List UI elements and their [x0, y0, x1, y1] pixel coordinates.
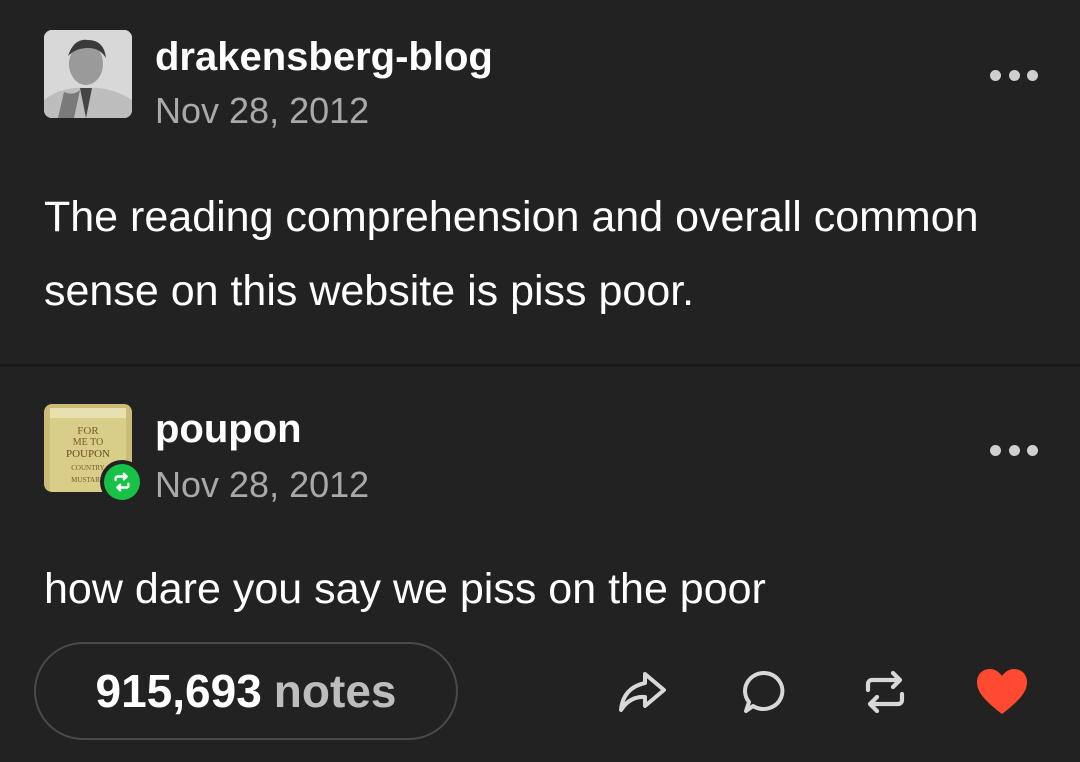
reblog-icon	[114, 472, 130, 492]
dot-icon	[1008, 444, 1020, 456]
notes-label: notes	[273, 665, 397, 717]
post-footer: 915,693 notes	[0, 640, 1080, 762]
avatar-label-line4: COUNTRY	[71, 464, 104, 472]
dot-icon	[990, 444, 1001, 456]
dot-icon	[990, 69, 1001, 81]
dot-icon	[1008, 69, 1020, 81]
reblog-icon	[865, 670, 905, 714]
post-original: drakensberg-blog Nov 28, 2012 The readin…	[0, 0, 1080, 364]
like-button[interactable]	[974, 664, 1030, 720]
username[interactable]: drakensberg-blog	[155, 35, 493, 80]
notes-count: 915,693	[95, 665, 262, 717]
reply-icon	[743, 670, 785, 713]
post-reblog: FOR ME TO POUPON COUNTRY MUSTARD poupon …	[0, 367, 1080, 637]
avatar[interactable]	[44, 30, 132, 118]
avatar-label-line1: FOR	[77, 425, 99, 437]
reply-button[interactable]	[737, 664, 793, 720]
avatar-label-line2: ME TO	[73, 437, 103, 448]
reblog-badge	[100, 460, 144, 504]
post-body: how dare you say we piss on the poor	[44, 565, 766, 613]
dot-icon	[1027, 69, 1038, 81]
share-button[interactable]	[614, 664, 670, 720]
more-options-button[interactable]	[990, 65, 1038, 85]
heart-icon	[977, 669, 1027, 714]
post-date: Nov 28, 2012	[155, 464, 370, 505]
share-icon	[619, 672, 666, 712]
dot-icon	[1027, 444, 1038, 456]
post-date: Nov 28, 2012	[155, 90, 370, 131]
reblog-button[interactable]	[857, 664, 913, 720]
notes-button[interactable]: 915,693 notes	[34, 642, 458, 740]
username[interactable]: poupon	[155, 407, 302, 452]
post-body: The reading comprehension and overall co…	[44, 193, 979, 315]
avatar-label-line3: POUPON	[66, 448, 110, 460]
more-options-button[interactable]	[990, 440, 1038, 460]
